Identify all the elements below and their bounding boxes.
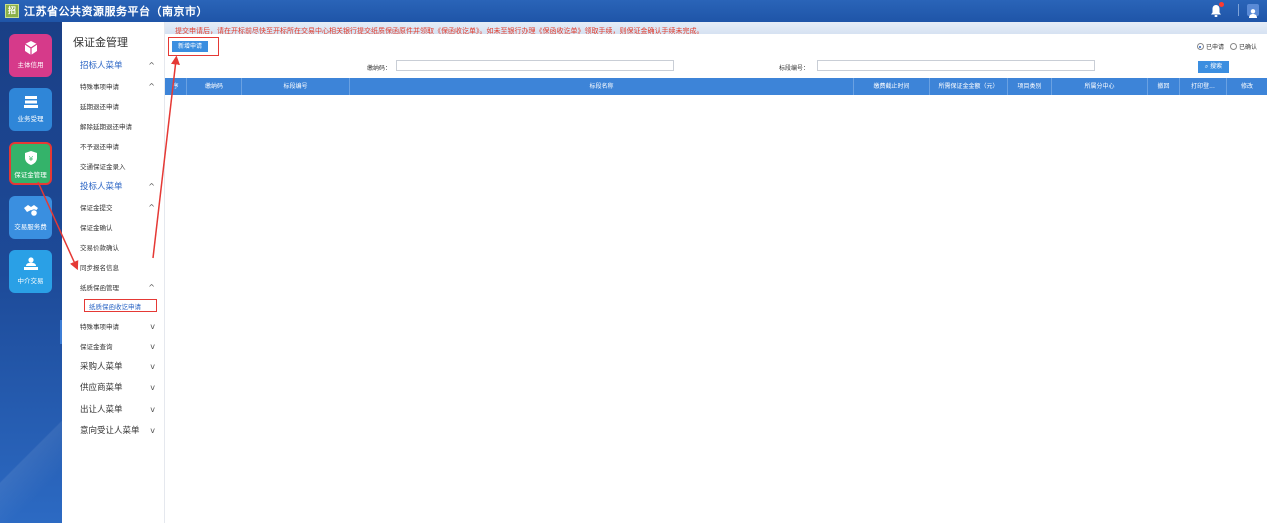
annotation-arrows [37,55,180,271]
arrow-to-new-button [152,55,180,259]
arrow-to-submenu [37,181,79,271]
